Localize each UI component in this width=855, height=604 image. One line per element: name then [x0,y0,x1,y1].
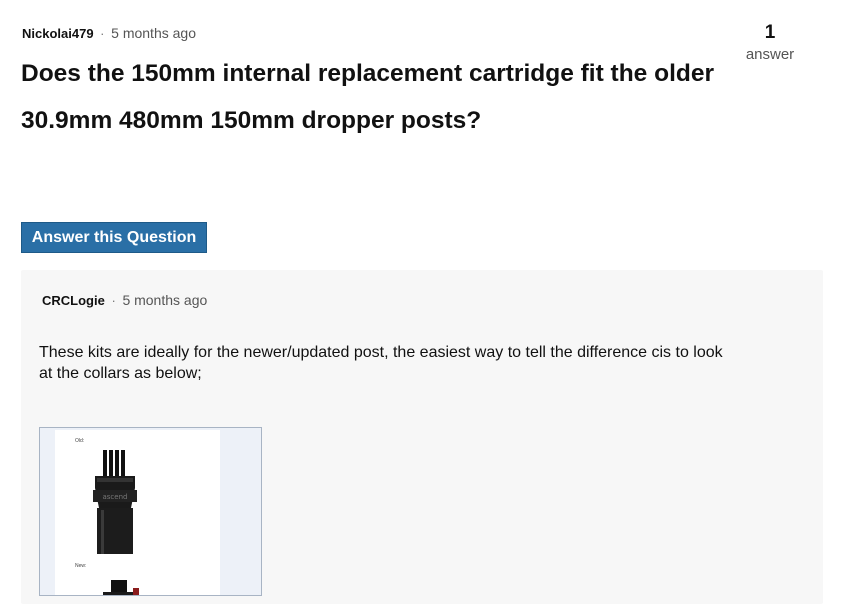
answer-author[interactable]: CRCLogie [42,293,105,308]
answer-count-label: answer [745,46,795,63]
question-meta: Nickolai479 · 5 months ago [22,25,196,41]
answer-count-number: 1 [764,22,776,43]
meta-separator: · [100,26,105,41]
meta-separator: · [111,293,116,308]
answer-count: 1 answer [740,22,800,63]
question-time: 5 months ago [111,25,196,41]
answer-time: 5 months ago [122,292,208,308]
image-brand-text: ascend [103,493,128,501]
image-caption-new: New: [75,563,87,569]
answer-card: CRCLogie · 5 months ago These kits are i… [21,270,823,604]
question-author[interactable]: Nickolai479 [22,26,94,41]
question-title: Does the 150mm internal replacement cart… [21,60,715,134]
image-paper: Old: ascend New: [55,430,220,595]
answer-meta: CRCLogie · 5 months ago [42,292,207,308]
answer-this-question-button[interactable]: Answer this Question [21,222,207,253]
answer-image-thumbnail[interactable]: Old: ascend New: [39,427,262,596]
answer-body: These kits are ideally for the newer/upd… [39,344,723,382]
dropper-post-illustration: ascend [93,450,139,595]
